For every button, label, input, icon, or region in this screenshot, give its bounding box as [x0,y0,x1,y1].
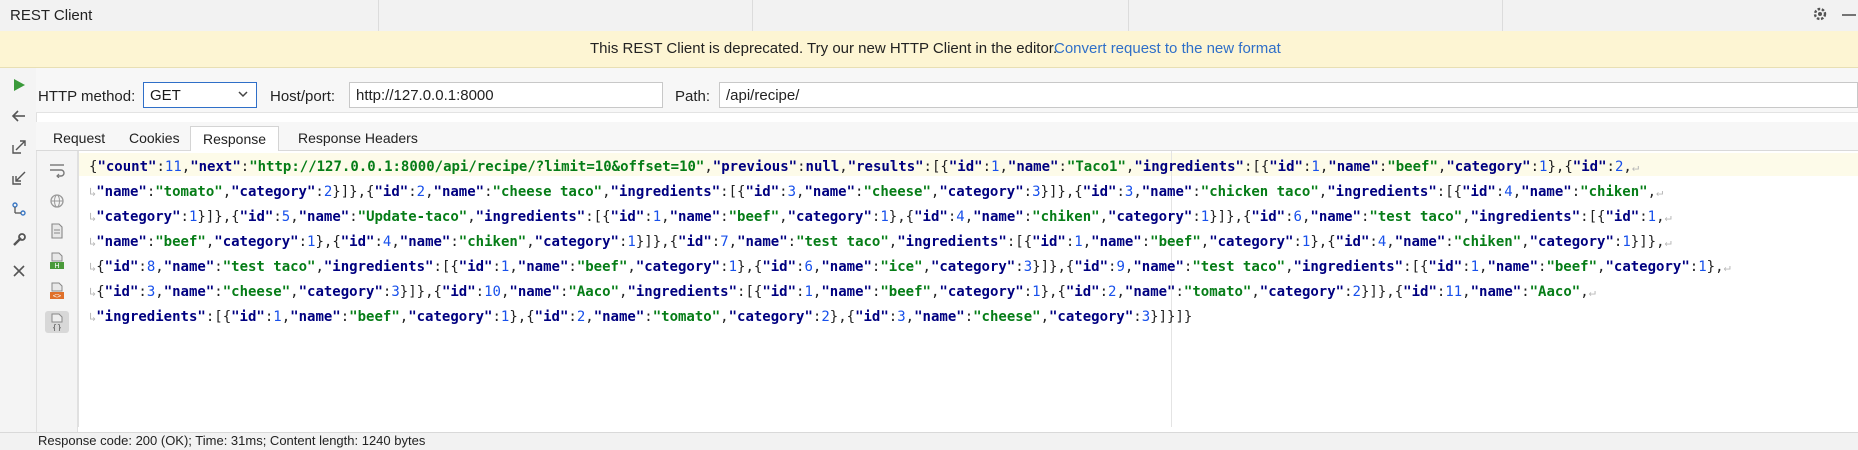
response-line: ↳{"id":3,"name":"cheese","category":3}]}… [89,284,1596,300]
tab-response[interactable]: Response [190,126,280,152]
response-toolbar: H <> {} [37,151,78,433]
http-method-value: GET [150,87,181,104]
soft-wrap-icon: ↵ [1588,285,1596,299]
title-bar: REST Client [0,0,1858,32]
json-file-icon[interactable]: {} [45,311,69,333]
svg-text:{}: {} [52,323,62,331]
run-icon[interactable] [8,74,30,96]
tab-bar: Request Cookies Response Response Header… [36,122,1858,152]
wrench-icon[interactable] [8,229,30,251]
path-input[interactable]: /api/recipe/ [719,82,1858,108]
response-line: ↳{"id":8,"name":"test taco","ingredients… [89,259,1731,275]
host-port-label: Host/port: [270,88,336,105]
soft-wrap-icon: ↵ [1631,160,1640,174]
response-body-editor[interactable]: {"count":11,"next":"http://127.0.0.1:800… [78,151,1858,427]
path-value: /api/recipe/ [726,87,800,104]
tab-request[interactable]: Request [41,126,117,150]
soft-wrap-icon: ↵ [1664,210,1672,224]
title-divider [378,0,379,31]
response-line: ↳"category":1}]},{"id":5,"name":"Update-… [89,209,1672,225]
gear-icon[interactable] [1810,5,1830,25]
status-bar: Response code: 200 (OK); Time: 31ms; Con… [0,432,1858,450]
http-method-label: HTTP method: [38,88,136,105]
http-method-select[interactable]: GET [143,82,257,108]
back-arrow-icon[interactable] [8,105,30,127]
response-json: {"count":11,"next":"http://127.0.0.1:800… [89,155,1731,330]
svg-text:<>: <> [53,292,61,300]
chevron-down-icon [236,87,250,101]
export-icon[interactable] [8,136,30,158]
import-icon[interactable] [8,167,30,189]
banner-message: This REST Client is deprecated. Try our … [590,40,1058,57]
deprecation-banner: This REST Client is deprecated. Try our … [0,31,1858,68]
xml-file-icon[interactable]: <> [45,280,69,302]
response-line: ↳"name":"tomato","category":2}]},{"id":2… [89,184,1664,200]
tab-response-headers[interactable]: Response Headers [286,126,430,150]
left-toolbar [0,68,37,449]
title-divider [752,0,753,31]
host-port-value: http://127.0.0.1:8000 [356,87,494,104]
soft-wrap-icon: ↵ [1656,185,1664,199]
network-icon[interactable] [8,198,30,220]
soft-wrap-icon: ↵ [1664,235,1672,249]
response-line: ↳"name":"beef","category":1},{"id":4,"na… [89,234,1672,250]
convert-request-link[interactable]: Convert request to the new format [1054,40,1281,57]
title-divider [1128,0,1129,31]
minimize-icon[interactable] [1840,5,1858,25]
globe-icon[interactable] [45,190,69,212]
title-divider [1502,0,1503,31]
html-file-icon[interactable]: H [45,250,69,272]
soft-wrap-icon[interactable] [45,159,69,181]
host-port-input[interactable]: http://127.0.0.1:8000 [349,82,663,108]
response-line: {"count":11,"next":"http://127.0.0.1:800… [89,159,1640,175]
soft-wrap-icon: ↵ [1723,260,1731,274]
window-title: REST Client [10,7,93,24]
file-icon[interactable] [45,220,69,242]
tab-cookies[interactable]: Cookies [117,126,192,150]
status-text: Response code: 200 (OK); Time: 31ms; Con… [38,433,426,448]
close-icon[interactable] [8,260,30,282]
response-line: ↳"ingredients":[{"id":1,"name":"beef","c… [89,309,1193,325]
path-label: Path: [675,88,711,105]
svg-text:H: H [54,262,59,270]
